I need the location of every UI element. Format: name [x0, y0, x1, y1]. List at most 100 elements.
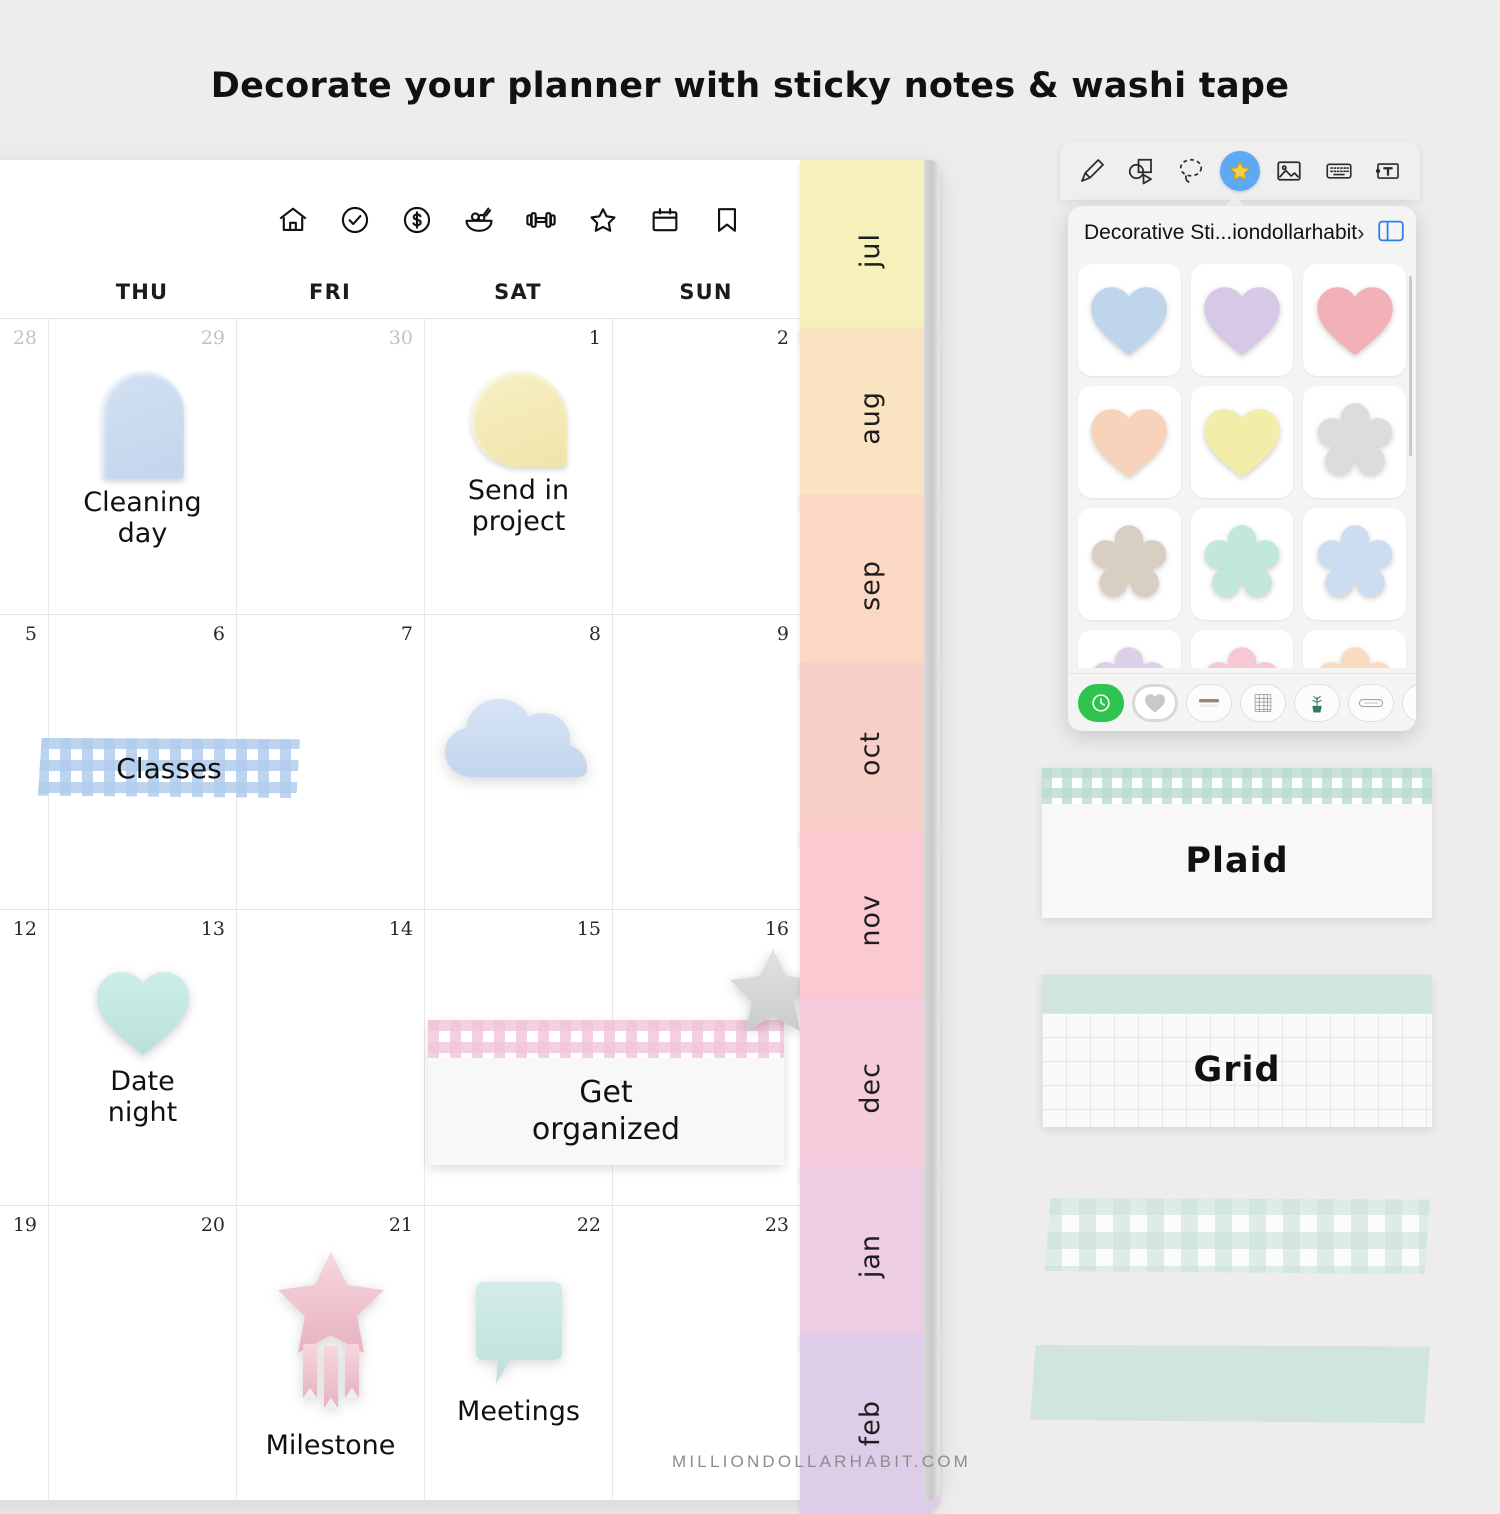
watermark: MILLIONDOLLARHABIT.COM	[672, 1452, 971, 1472]
month-tab-sep[interactable]: sep	[800, 495, 940, 677]
food-bowl-icon[interactable]	[462, 203, 496, 237]
grid-sample-card[interactable]: Grid	[1042, 975, 1432, 1127]
recents-clock-icon[interactable]	[1078, 684, 1124, 722]
text-box-icon[interactable]	[1368, 151, 1408, 191]
flower-icon	[1314, 523, 1396, 605]
sticker-item-tan-flower[interactable]	[1078, 508, 1181, 620]
calendar-day[interactable]: 21 Milestone	[236, 1206, 424, 1501]
shapes-icon[interactable]	[1121, 151, 1161, 191]
calendar-day[interactable]: 1 Send in project	[424, 319, 612, 614]
calendar-day[interactable]: 30	[236, 319, 424, 614]
day-entry-cleaning[interactable]: Cleaning day	[49, 371, 236, 549]
plant-icon[interactable]	[1294, 684, 1340, 722]
arch-sticker[interactable]	[102, 371, 184, 479]
sticker-item-blue-flower[interactable]	[1303, 508, 1406, 620]
shooting-star-sticker[interactable]	[267, 1246, 395, 1422]
month-tab-label: dec	[855, 1062, 886, 1114]
heart-icon	[1201, 279, 1283, 361]
sticker-item-purple-heart[interactable]	[1191, 264, 1294, 376]
day-entry-project[interactable]: Send in project	[425, 371, 612, 537]
image-icon[interactable]	[1269, 151, 1309, 191]
sticker-item-blue-heart[interactable]	[1078, 264, 1181, 376]
month-tab-dec[interactable]: dec	[800, 998, 940, 1180]
page-title: Decorate your planner with sticky notes …	[0, 66, 1500, 106]
lasso-icon[interactable]	[1171, 151, 1211, 191]
dumbbell-icon[interactable]	[524, 203, 558, 237]
sticker-star-icon[interactable]	[1220, 151, 1260, 191]
split-view-icon[interactable]	[1378, 220, 1404, 247]
heart-category-icon[interactable]	[1132, 684, 1178, 722]
circle-icon[interactable]	[1402, 684, 1416, 722]
sticker-item-peach-flower[interactable]	[1303, 630, 1406, 668]
mint-heart-sticker[interactable]	[93, 966, 193, 1058]
gingham-mint-tape[interactable]	[1045, 1198, 1430, 1274]
day-header-row: THU FRI SAT SUN	[0, 280, 800, 304]
washi-line-icon[interactable]	[1186, 684, 1232, 722]
sticker-item-peach-heart[interactable]	[1078, 386, 1181, 498]
star-icon[interactable]	[586, 203, 620, 237]
day-entry-milestone[interactable]: Milestone	[237, 1246, 424, 1461]
calendar-day[interactable]: 8	[424, 615, 612, 910]
get-organized-note[interactable]: Get organized	[428, 1020, 784, 1165]
pen-icon[interactable]	[1072, 151, 1112, 191]
month-tab-label: aug	[855, 391, 886, 445]
sticker-item-pink-flower[interactable]	[1191, 630, 1294, 668]
heart-icon	[1201, 401, 1283, 483]
grid-paper-icon[interactable]	[1240, 684, 1286, 722]
day-header-fri: FRI	[236, 280, 424, 304]
sticker-item-mint-flower[interactable]	[1191, 508, 1294, 620]
gray-star-sticker[interactable]	[725, 945, 800, 1037]
day-header-sat: SAT	[424, 280, 612, 304]
planner-content: THU FRI SAT SUN 28 29 Cleaning day	[0, 160, 800, 1500]
day-entry-meetings[interactable]: Meetings	[425, 1278, 612, 1427]
day-entry-date-night[interactable]: Date night	[49, 966, 236, 1128]
speech-bubble-sticker[interactable]	[472, 1278, 566, 1388]
day-number: 21	[389, 1214, 413, 1236]
calendar-icon[interactable]	[648, 203, 682, 237]
teardrop-sticker[interactable]	[471, 371, 567, 467]
check-circle-icon[interactable]	[338, 203, 372, 237]
month-tab-oct[interactable]: oct	[800, 663, 940, 845]
calendar-day[interactable]: 19 day	[0, 1206, 48, 1501]
calendar-day[interactable]: 20	[48, 1206, 236, 1501]
day-entry-cloud[interactable]	[425, 677, 612, 781]
plaid-sample-card[interactable]: Plaid	[1042, 768, 1432, 918]
calendar-day[interactable]: 29 Cleaning day	[48, 319, 236, 614]
chevron-right-icon[interactable]: ›	[1357, 220, 1364, 246]
calendar-day[interactable]: 12	[0, 910, 48, 1205]
calendar-day[interactable]: 22 Meetings	[424, 1206, 612, 1501]
calendar-day[interactable]: 13 Date night	[48, 910, 236, 1205]
dollar-circle-icon[interactable]	[400, 203, 434, 237]
month-tab-nov[interactable]: nov	[800, 830, 940, 1012]
bookmark-icon[interactable]	[710, 203, 744, 237]
calendar-day[interactable]: 14	[236, 910, 424, 1205]
planner-spine	[924, 160, 940, 1500]
day-number: 15	[577, 918, 601, 940]
day-number: 20	[201, 1214, 225, 1236]
month-tab-jul[interactable]: jul	[800, 160, 940, 342]
sticker-item-gray-flower[interactable]	[1303, 386, 1406, 498]
home-icon[interactable]	[276, 203, 310, 237]
calendar-day[interactable]: 2	[612, 319, 800, 614]
heart-icon	[1088, 279, 1170, 361]
month-tab-jan[interactable]: jan	[800, 1165, 940, 1347]
cloud-sticker[interactable]	[429, 677, 609, 781]
flower-icon	[1201, 523, 1283, 605]
picker-scrollbar[interactable]	[1409, 276, 1412, 456]
picker-header-actions: ›	[1357, 220, 1404, 247]
day-number: 16	[765, 918, 789, 940]
sticker-item-lavender-flower[interactable]	[1078, 630, 1181, 668]
classes-washi-tape[interactable]: Classes	[38, 738, 300, 798]
sticker-item-pink-heart[interactable]	[1303, 264, 1406, 376]
solid-mint-tape[interactable]	[1030, 1345, 1430, 1423]
flower-icon	[1314, 401, 1396, 483]
month-tab-feb[interactable]: feb	[800, 1333, 940, 1514]
flower-icon	[1201, 645, 1283, 668]
sticker-item-yellow-heart[interactable]	[1191, 386, 1294, 498]
calendar-day[interactable]: 9	[612, 615, 800, 910]
month-tab-aug[interactable]: aug	[800, 328, 940, 510]
keyboard-icon[interactable]	[1319, 151, 1359, 191]
pill-label-icon[interactable]	[1348, 684, 1394, 722]
calendar-day[interactable]: 28	[0, 319, 48, 614]
month-tab-label: oct	[855, 731, 886, 776]
